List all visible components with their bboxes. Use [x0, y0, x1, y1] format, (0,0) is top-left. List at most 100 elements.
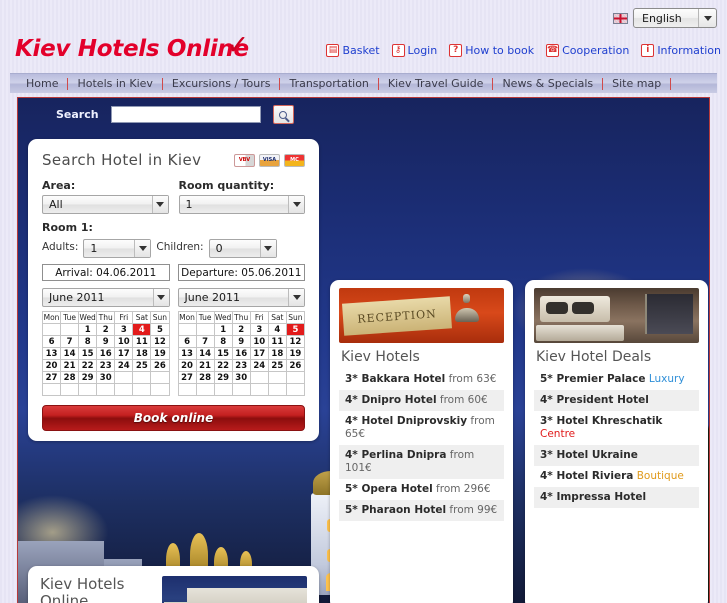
calendar-day[interactable]: 26 [150, 359, 170, 372]
calendar-day[interactable]: 3 [114, 323, 134, 336]
calendar-day[interactable]: 18 [132, 347, 152, 360]
list-item[interactable]: 4* Perlina Dnipra from 101€ [339, 445, 504, 479]
calendar-day[interactable]: 25 [132, 359, 152, 372]
calendar-day[interactable]: 10 [249, 335, 269, 348]
calendar-day[interactable]: 22 [213, 359, 233, 372]
header-link-how-to-book[interactable]: ? How to book [449, 44, 534, 57]
list-item[interactable]: 5* Premier Palace Luxury [534, 369, 699, 390]
calendar-day[interactable]: 24 [249, 359, 269, 372]
chevron-down-icon[interactable] [151, 196, 168, 213]
calendar-day[interactable]: 4 [132, 323, 152, 336]
calendar-day[interactable]: 20 [41, 359, 62, 372]
calendar-day[interactable]: 26 [285, 359, 306, 372]
calendar-day[interactable]: 7 [195, 335, 215, 348]
chevron-down-icon[interactable] [152, 289, 169, 306]
calendar-day[interactable]: 8 [213, 335, 233, 348]
list-item[interactable]: 5* Opera Hotel from 296€ [339, 479, 504, 500]
header-link-cooperation[interactable]: ☎ Cooperation [546, 44, 629, 57]
calendar-day[interactable]: 21 [195, 359, 215, 372]
calendar-day[interactable]: 12 [285, 335, 306, 348]
adults-select[interactable]: 1 [83, 239, 152, 258]
calendar-day[interactable]: 16 [96, 347, 116, 360]
calendar-day[interactable]: 13 [41, 347, 62, 360]
chevron-down-icon[interactable] [698, 9, 716, 27]
calendar-day[interactable]: 30 [96, 371, 116, 384]
calendar-day[interactable]: 2 [96, 323, 116, 336]
chevron-down-icon[interactable] [288, 289, 304, 306]
calendar-day[interactable]: 9 [231, 335, 251, 348]
calendar-day[interactable]: 25 [267, 359, 287, 372]
calendar-day[interactable]: 29 [78, 371, 98, 384]
calendar-day[interactable]: 6 [41, 335, 62, 348]
calendar-day[interactable]: 18 [267, 347, 287, 360]
nav-item-site-map[interactable]: Site map [603, 77, 672, 90]
list-item[interactable]: 3* Bakkara Hotel from 63€ [339, 369, 504, 390]
nav-item-excursions[interactable]: Excursions / Tours [163, 77, 281, 90]
nav-item-travel-guide[interactable]: Kiev Travel Guide [379, 77, 494, 90]
calendar-day[interactable]: 1 [78, 323, 98, 336]
list-item[interactable]: 4* President Hotel [534, 390, 699, 411]
calendar-day[interactable]: 28 [60, 371, 80, 384]
calendar-day[interactable]: 3 [249, 323, 269, 336]
language-dropdown[interactable]: English [633, 8, 717, 28]
calendar-day[interactable]: 13 [177, 347, 197, 360]
calendar-day[interactable]: 10 [114, 335, 134, 348]
calendar-day[interactable]: 24 [114, 359, 134, 372]
list-item[interactable]: 3* Hotel Khreschatik Centre [534, 411, 699, 445]
calendar-day[interactable]: 17 [114, 347, 134, 360]
site-logo[interactable]: Kiev Hotels Online [15, 36, 249, 62]
area-select[interactable]: All [42, 195, 169, 214]
calendar-day[interactable]: 14 [60, 347, 80, 360]
arrival-month-select[interactable]: June 2011 [42, 288, 170, 307]
header-link-basket[interactable]: ▤ Basket [326, 44, 380, 57]
calendar-day[interactable]: 29 [213, 371, 233, 384]
language-selector[interactable]: English [613, 8, 717, 28]
calendar-day[interactable]: 19 [285, 347, 306, 360]
calendar-day[interactable]: 1 [213, 323, 233, 336]
calendar-day[interactable]: 8 [78, 335, 98, 348]
calendar-day[interactable]: 5 [150, 323, 170, 336]
room-quantity-select[interactable]: 1 [178, 195, 305, 214]
calendar-day[interactable]: 2 [231, 323, 251, 336]
calendar-day[interactable]: 7 [60, 335, 80, 348]
calendar-day[interactable]: 11 [267, 335, 287, 348]
calendar-day[interactable]: 5 [285, 323, 306, 336]
calendar-day[interactable]: 21 [60, 359, 80, 372]
calendar-day[interactable]: 20 [177, 359, 197, 372]
calendar-day[interactable]: 27 [177, 371, 197, 384]
departure-date-field[interactable]: Departure: 05.06.2011 [177, 264, 305, 281]
chevron-down-icon[interactable] [288, 196, 304, 213]
search-input[interactable] [110, 106, 261, 123]
search-submit-button[interactable] [272, 105, 294, 124]
calendar-day[interactable]: 23 [96, 359, 116, 372]
calendar-day[interactable]: 28 [195, 371, 215, 384]
header-link-information[interactable]: i Information [641, 44, 721, 57]
calendar-day[interactable]: 27 [41, 371, 62, 384]
calendar-day[interactable]: 22 [78, 359, 98, 372]
calendar-day[interactable]: 14 [195, 347, 215, 360]
calendar-day[interactable]: 6 [177, 335, 197, 348]
chevron-down-icon[interactable] [259, 240, 276, 257]
calendar-day[interactable]: 9 [96, 335, 116, 348]
calendar-day[interactable]: 23 [231, 359, 251, 372]
list-item[interactable]: 4* Hotel Riviera Boutique [534, 466, 699, 487]
nav-item-hotels-in-kiev[interactable]: Hotels in Kiev [68, 77, 163, 90]
list-item[interactable]: 4* Hotel Dniprovskiy from 65€ [339, 411, 504, 445]
calendar-day[interactable]: 30 [231, 371, 251, 384]
calendar-day[interactable]: 11 [132, 335, 152, 348]
children-select[interactable]: 0 [208, 239, 277, 258]
header-link-login[interactable]: ⚷ Login [391, 44, 437, 57]
calendar-day[interactable]: 12 [150, 335, 170, 348]
list-item[interactable]: 3* Hotel Ukraine [534, 445, 699, 466]
arrival-date-field[interactable]: Arrival: 04.06.2011 [42, 264, 170, 281]
list-item[interactable]: 5* Pharaon Hotel from 99€ [339, 500, 504, 521]
nav-item-news-specials[interactable]: News & Specials [493, 77, 604, 90]
calendar-day[interactable]: 4 [267, 323, 287, 336]
nav-item-transportation[interactable]: Transportation [280, 77, 379, 90]
list-item[interactable]: 4* Dnipro Hotel from 60€ [339, 390, 504, 411]
departure-calendar[interactable]: Mon Tue Wed Thu Fri Sat Sun 1 2 3 4 5 6 7 8 9 10 11 12 13 14… [177, 311, 306, 396]
book-online-button[interactable]: Book online [42, 405, 305, 431]
list-item[interactable]: 4* Impressa Hotel [534, 487, 699, 508]
calendar-day[interactable]: 15 [213, 347, 233, 360]
calendar-day[interactable]: 15 [78, 347, 98, 360]
